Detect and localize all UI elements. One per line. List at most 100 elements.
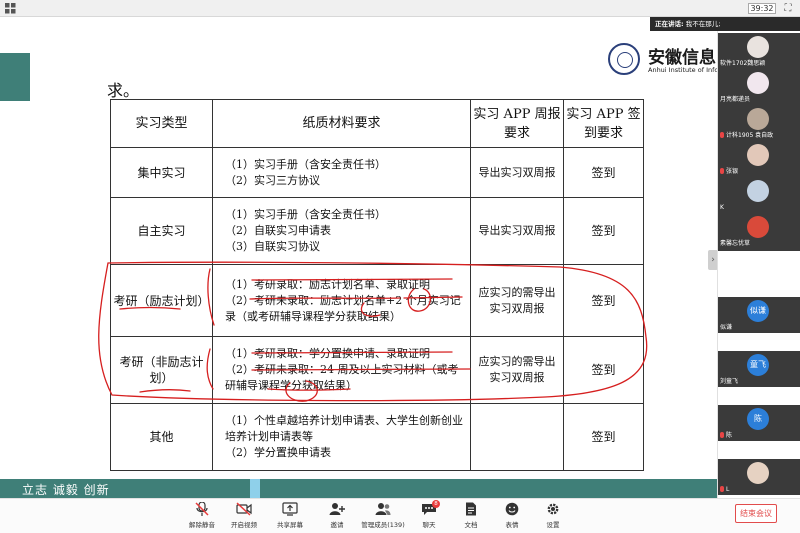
row-item: （2）考研未录取：励志计划名单+2 个月实习记录（或考研辅导课程学分获取结果） xyxy=(225,293,461,323)
row-item: （2）考研未录取：24 周及以上实习材料（或考研辅导课程学分获取结果） xyxy=(225,363,459,392)
row-type: 考研（励志计划） xyxy=(110,264,213,337)
participant-name: 素馨忘忧草 xyxy=(720,240,751,247)
share-screen-button[interactable]: 共享屏幕 xyxy=(266,502,314,532)
invite-button[interactable]: 邀请 xyxy=(313,502,361,532)
header-checkin: 实习 APP 签到要求 xyxy=(563,99,644,148)
internship-requirements-table: 实习类型 纸质材料要求 实习 APP 周报要求 实习 APP 签到要求 集中实习… xyxy=(110,99,644,471)
participant-name-text: 张银 xyxy=(726,168,739,175)
slide-footer-motto: 立志 诚毅 创新 xyxy=(22,483,110,497)
row-items: （1）考研录取：学分置换申请、录取证明 （2）考研未录取：24 周及以上实习材料… xyxy=(212,336,471,404)
participant-tile[interactable]: 计科1905 袁自政 xyxy=(718,105,800,141)
unmute-label: 解除静音 xyxy=(189,521,215,529)
school-seal-logo xyxy=(608,43,640,75)
avatar xyxy=(747,216,769,238)
header-paper: 纸质材料要求 xyxy=(212,99,471,148)
participant-name: 张银 xyxy=(720,167,800,176)
row-items: （1）考研录取：励志计划名单、录取证明 （2）考研未录取：励志计划名单+2 个月… xyxy=(212,264,471,337)
speaking-indicator: 正在讲话: 我不在那儿; xyxy=(650,17,800,31)
participant-name-text: 陈 xyxy=(726,432,733,439)
participant-tile[interactable]: 张银 xyxy=(718,141,800,177)
avatar xyxy=(747,462,769,484)
avatar xyxy=(747,36,769,58)
table-row: 集中实习 （1）实习手册（含安全责任书） （2）实习三方协议 导出实习双周报 签… xyxy=(110,147,644,198)
participant-name: 刘童飞 xyxy=(720,378,739,385)
manage-members-button[interactable]: 管理成员(139) xyxy=(359,502,407,532)
row-items: （1）实习手册（含安全责任书） （2）实习三方协议 xyxy=(212,147,471,198)
speaking-label: 正在讲话: xyxy=(655,20,684,28)
invite-label: 邀请 xyxy=(330,521,344,529)
video-off-icon xyxy=(236,502,252,516)
header-type: 实习类型 xyxy=(110,99,213,148)
paragraph-tail: 求。 xyxy=(107,81,140,100)
row-checkin: 签到 xyxy=(563,264,644,337)
participant-tile[interactable]: 童飞 刘童飞 xyxy=(718,351,800,387)
title-bar: 39:32 ⛶ xyxy=(0,0,800,17)
row-item: （2）自联实习申请表 xyxy=(225,224,331,237)
manage-members-label: 管理成员(139) xyxy=(361,521,405,529)
settings-button[interactable]: 设置 xyxy=(529,502,577,532)
slide-footer-bar: 立志 诚毅 创新 xyxy=(0,479,717,498)
participant-name-text: 计科1905 袁自政 xyxy=(726,132,774,139)
row-type: 自主实习 xyxy=(110,197,213,265)
table-row: 自主实习 （1）实习手册（含安全责任书） （2）自联实习申请表 （3）自联实习协… xyxy=(110,197,644,265)
avatar: 童飞 xyxy=(747,354,769,376)
participant-name: 陈 xyxy=(720,431,800,440)
row-items: （1）个性卓越培养计划申请表、大学生创新创业培养计划申请表等 （2）学分置换申请… xyxy=(212,403,471,471)
muted-mic-icon xyxy=(720,432,724,438)
share-screen-icon xyxy=(282,502,298,516)
row-item: （2）学分置换申请表 xyxy=(225,446,331,459)
participant-tile[interactable]: 软件1702魏思颖 xyxy=(718,33,800,69)
smile-icon xyxy=(505,502,519,516)
row-item: （1）实习手册（含安全责任书） xyxy=(225,208,386,221)
participant-tile[interactable]: K xyxy=(718,177,800,213)
end-meeting-button[interactable]: 结束会议 xyxy=(735,504,777,523)
row-weekly: 应实习的需导出实习双周报 xyxy=(470,336,564,404)
row-checkin: 签到 xyxy=(563,403,644,471)
chat-badge: 8 xyxy=(432,500,440,508)
participant-tile[interactable]: 月亮都递员 xyxy=(718,69,800,105)
add-user-icon xyxy=(329,503,345,515)
muted-mic-icon xyxy=(195,502,209,516)
row-item: （1）考研录取：励志计划名单、录取证明 xyxy=(225,277,430,291)
members-icon xyxy=(375,503,391,515)
participant-name: K xyxy=(720,204,724,211)
chat-button[interactable]: 8 聊天 xyxy=(405,500,453,532)
participant-tile[interactable]: 似谦 似谦 xyxy=(718,297,800,333)
participant-tile[interactable]: 素馨忘忧草 xyxy=(718,213,800,251)
row-checkin: 签到 xyxy=(563,336,644,404)
slide-side-bar xyxy=(0,53,30,101)
row-weekly: 导出实习双周报 xyxy=(470,147,564,198)
table-row: 其他 （1）个性卓越培养计划申请表、大学生创新创业培养计划申请表等 （2）学分置… xyxy=(110,403,644,471)
table-row: 考研（非励志计划） （1）考研录取：学分置换申请、录取证明 （2）考研未录取：2… xyxy=(110,336,644,404)
participant-tile[interactable]: L xyxy=(718,459,800,495)
muted-mic-icon xyxy=(720,168,724,174)
row-type: 其他 xyxy=(110,403,213,471)
speaking-name: 我不在那儿; xyxy=(685,20,721,28)
row-item: （1）实习手册（含安全责任书） xyxy=(225,157,386,171)
participant-name: L xyxy=(720,485,800,494)
row-items: （1）实习手册（含安全责任书） （2）自联实习申请表 （3）自联实习协议 xyxy=(212,197,471,265)
row-item: （2）实习三方协议 xyxy=(225,173,320,187)
unmute-button[interactable]: 解除静音 xyxy=(178,502,226,532)
table-row: 考研（励志计划） （1）考研录取：励志计划名单、录取证明 （2）考研未录取：励志… xyxy=(110,264,644,337)
avatar xyxy=(747,108,769,130)
avatar xyxy=(747,144,769,166)
header-weekly: 实习 APP 周报要求 xyxy=(470,99,564,148)
row-checkin: 签到 xyxy=(563,197,644,265)
grid-view-icon[interactable] xyxy=(5,3,16,14)
muted-mic-icon xyxy=(720,486,724,492)
meeting-timer: 39:32 xyxy=(748,3,776,14)
fullscreen-icon[interactable]: ⛶ xyxy=(782,3,794,14)
settings-label: 设置 xyxy=(546,521,560,529)
row-item: （1）考研录取：学分置换申请、录取证明 xyxy=(225,347,430,360)
start-video-button[interactable]: 开启视频 xyxy=(220,502,268,532)
row-item: （3）自联实习协议 xyxy=(225,240,320,253)
avatar: 陈 xyxy=(747,408,769,430)
row-weekly xyxy=(470,403,564,471)
participant-name-text: L xyxy=(726,486,730,493)
row-weekly: 导出实习双周报 xyxy=(470,197,564,265)
avatar xyxy=(747,72,769,94)
participant-name: 似谦 xyxy=(720,324,733,331)
participant-tile[interactable]: 陈 陈 xyxy=(718,405,800,441)
meeting-toolbar: 解除静音 开启视频 共享屏幕 邀请 管理成员(139) 8 聊天 文档 表情 设… xyxy=(0,498,800,533)
